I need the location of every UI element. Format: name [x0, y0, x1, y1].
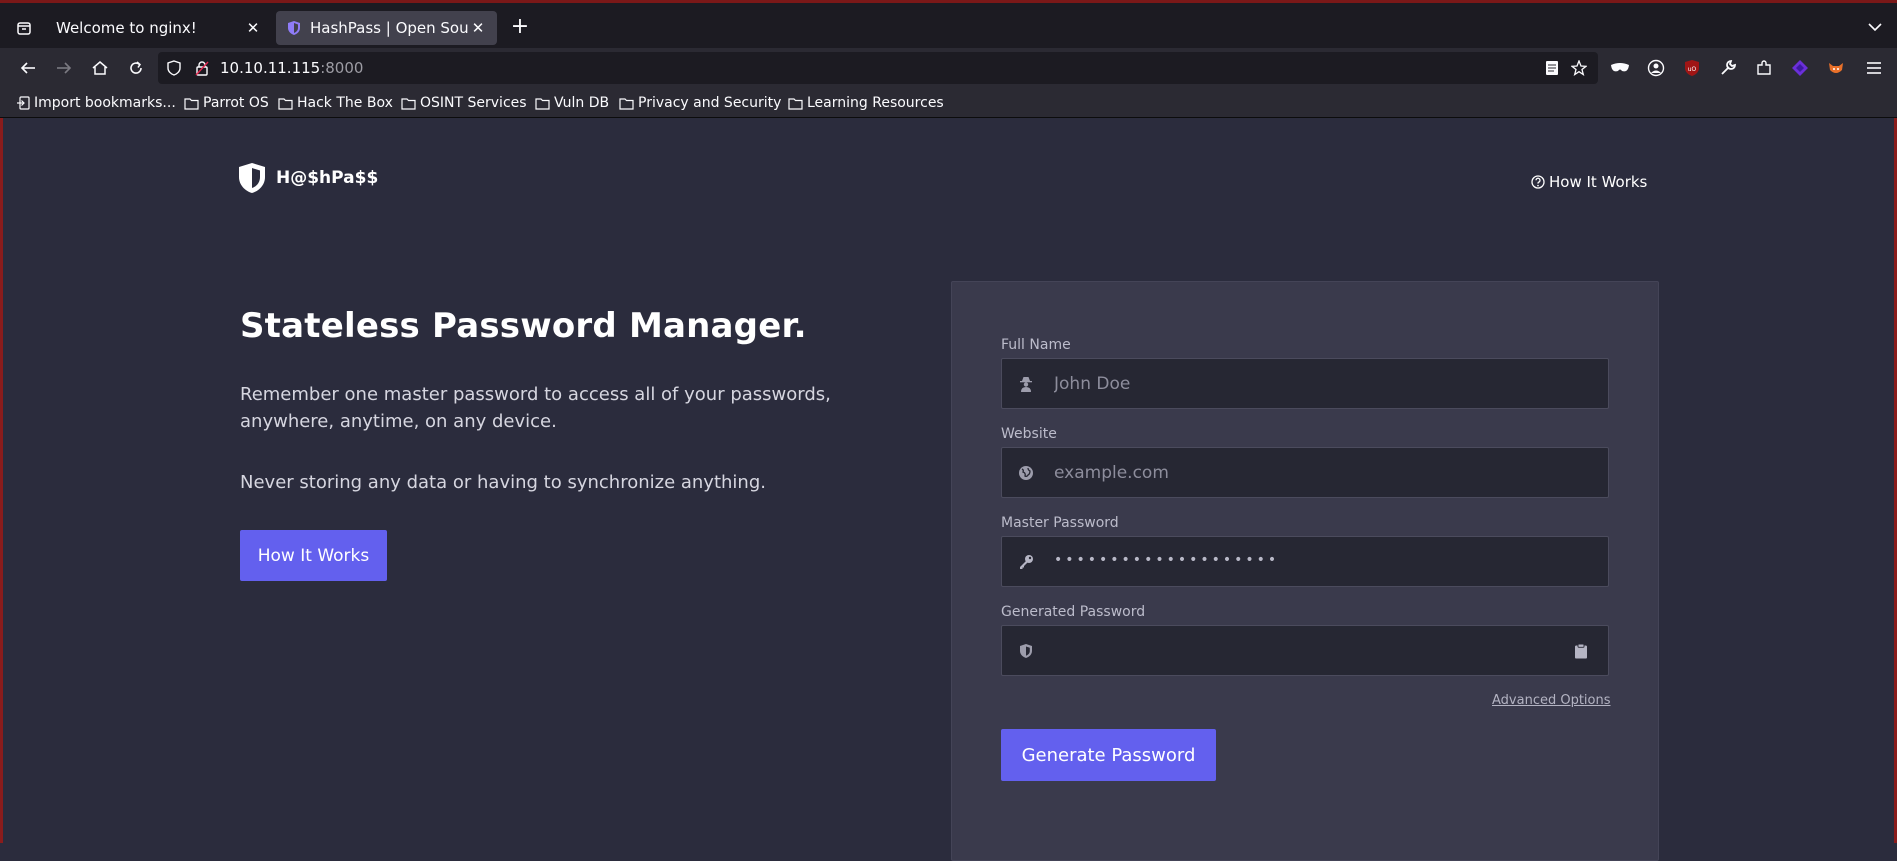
tab-nginx[interactable]: Welcome to nginx! ✕: [46, 11, 272, 45]
lock-icon[interactable]: [194, 60, 210, 76]
bookmark-osint-services[interactable]: OSINT Services: [401, 93, 527, 113]
back-icon[interactable]: [16, 56, 40, 80]
svg-text:uO: uO: [1688, 66, 1697, 73]
folder-icon: [401, 97, 416, 110]
extensions-icon[interactable]: [1752, 56, 1776, 80]
website-input[interactable]: [1052, 448, 1582, 497]
shield-icon: [1018, 643, 1034, 659]
tab-hashpass[interactable]: HashPass | Open Source ✕: [276, 11, 497, 45]
folder-icon: [788, 97, 803, 110]
bookmark-label: Learning Resources: [807, 95, 944, 111]
nav-link-label: How It Works: [1549, 173, 1648, 191]
full-name-field[interactable]: [1001, 358, 1609, 409]
folder-icon: [184, 97, 199, 110]
advanced-options-link[interactable]: Advanced Options: [1492, 693, 1611, 708]
ublock-icon[interactable]: uO: [1680, 56, 1704, 80]
shield-favicon-icon: [286, 20, 302, 36]
close-tab-icon[interactable]: ✕: [244, 19, 262, 37]
bookmark-label: OSINT Services: [420, 95, 527, 111]
folder-icon: [535, 97, 550, 110]
address-bar[interactable]: 10.10.11.115:8000: [158, 52, 1598, 84]
how-it-works-button[interactable]: How It Works: [240, 530, 387, 581]
foxyproxy-icon[interactable]: [1824, 56, 1848, 80]
import-icon: [17, 96, 30, 110]
url-port: :8000: [320, 59, 364, 77]
bookmark-parrot-os[interactable]: Parrot OS: [184, 93, 269, 113]
bookmark-privacy-and-security[interactable]: Privacy and Security: [619, 93, 781, 113]
user-secret-icon: [1018, 376, 1034, 392]
bookmark-hack-the-box[interactable]: Hack The Box: [278, 93, 393, 113]
mask-extension-icon[interactable]: [1608, 56, 1632, 80]
site-logo[interactable]: H@$hPa$$: [238, 162, 378, 194]
master-password-input[interactable]: ••••••••••••••••••••: [1054, 552, 1279, 568]
home-icon[interactable]: [88, 56, 112, 80]
generate-password-button[interactable]: Generate Password: [1001, 729, 1216, 781]
brand-name: H@$hPa$$: [276, 168, 379, 188]
shield-logo-icon: [239, 163, 265, 193]
hero-description: Remember one master password to access a…: [240, 384, 831, 432]
url-text: 10.10.11.115:8000: [220, 59, 363, 77]
bookmark-label: Privacy and Security: [638, 95, 782, 111]
bookmark-label: Import bookmarks...: [34, 95, 176, 111]
tab-title: Welcome to nginx!: [56, 19, 197, 37]
master-password-label: Master Password: [1001, 515, 1119, 531]
reload-icon[interactable]: [124, 56, 148, 80]
bookmark-star-icon[interactable]: [1571, 60, 1587, 76]
full-name-input[interactable]: [1052, 359, 1582, 408]
generated-password-field[interactable]: [1001, 625, 1609, 676]
hero-subdescription: Never storing any data or having to sync…: [240, 472, 766, 493]
bookmark-label: Parrot OS: [203, 95, 269, 111]
bookmark-learning-resources[interactable]: Learning Resources: [788, 93, 944, 113]
bookmarks-toolbar: Import bookmarks... Parrot OS Hack The B…: [0, 88, 1897, 118]
bookmark-label: Vuln DB: [554, 95, 610, 111]
browser-nav-bar: 10.10.11.115:8000 uO: [0, 48, 1897, 88]
bookmark-label: Hack The Box: [297, 95, 393, 111]
tab-title: HashPass | Open Source: [310, 19, 469, 37]
account-icon[interactable]: [1644, 56, 1668, 80]
browser-tab-bar: Welcome to nginx! ✕ HashPass | Open Sour…: [0, 0, 1897, 48]
generated-password-output[interactable]: [1052, 626, 1582, 675]
clipboard-icon[interactable]: [1574, 643, 1590, 659]
website-label: Website: [1001, 426, 1057, 442]
nav-how-it-works-link[interactable]: How It Works: [1531, 173, 1647, 191]
menu-icon[interactable]: [1862, 56, 1886, 80]
website-field[interactable]: [1001, 447, 1609, 498]
reader-view-icon[interactable]: [1544, 60, 1560, 76]
tab-list-icon[interactable]: [12, 16, 36, 40]
full-name-label: Full Name: [1001, 337, 1071, 353]
purple-extension-icon[interactable]: [1788, 56, 1812, 80]
chevron-down-icon[interactable]: [1865, 17, 1885, 37]
hero-title: Stateless Password Manager.: [240, 306, 807, 346]
wrench-icon[interactable]: [1716, 56, 1740, 80]
key-icon: [1018, 554, 1034, 570]
bookmark-import[interactable]: Import bookmarks...: [16, 93, 176, 113]
bookmark-vuln-db[interactable]: Vuln DB: [535, 93, 609, 113]
question-circle-icon: [1531, 175, 1545, 189]
url-host: 10.10.11.115: [220, 59, 321, 77]
folder-icon: [619, 97, 634, 110]
folder-icon: [278, 97, 293, 110]
new-tab-icon[interactable]: +: [508, 16, 532, 40]
globe-icon: [1018, 465, 1034, 481]
generated-password-label: Generated Password: [1001, 604, 1146, 620]
tracking-protection-icon[interactable]: [166, 60, 182, 76]
master-password-field[interactable]: ••••••••••••••••••••: [1001, 536, 1609, 587]
close-tab-icon[interactable]: ✕: [469, 19, 487, 37]
forward-icon[interactable]: [52, 56, 76, 80]
